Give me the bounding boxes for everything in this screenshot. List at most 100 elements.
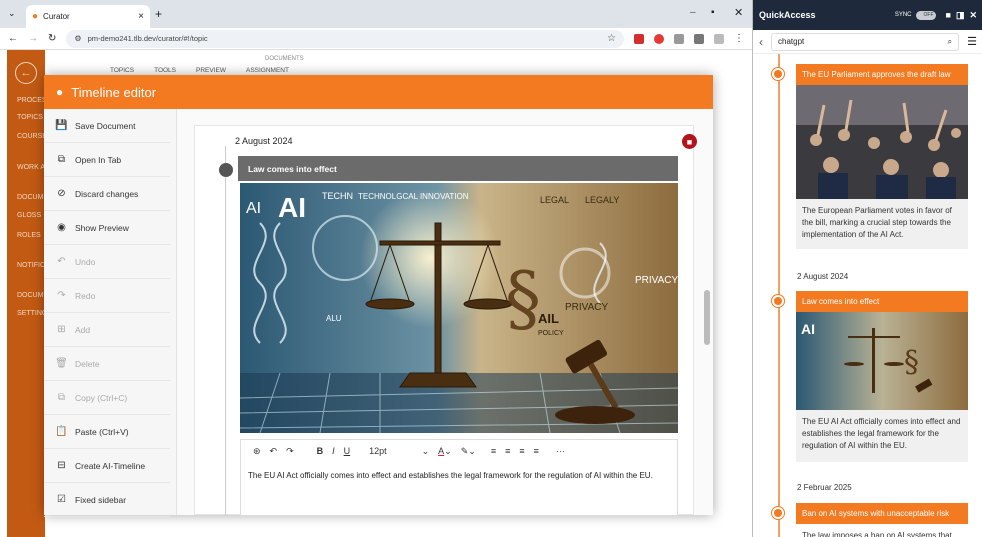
extensions-icon[interactable] [714,33,724,44]
align-justify-icon[interactable]: ≡ [534,446,539,456]
qa-timeline-dot[interactable] [772,68,784,80]
menu-item-undo[interactable]: ↶ Undo [44,245,170,279]
bg-tab-topics[interactable]: TOPICS [110,67,134,74]
new-tab-button[interactable]: + [155,7,162,21]
browser-tab[interactable]: ● Curator × [26,5,150,28]
nav-item-documents-2[interactable]: DOCUM [17,292,43,299]
menu-item-paste-ctrl-v[interactable]: 📋 Paste (Ctrl+V) [44,415,170,449]
nav-item-documents[interactable]: DOCUM [17,194,43,201]
quickaccess-search-row: ‹ chatgpt ⌕ ☰ [753,30,982,54]
close-panel-icon[interactable]: ✕ [969,10,977,21]
menu-item-add[interactable]: ⊞ Add [44,313,170,347]
redo-icon: ↷ [57,290,66,301]
align-right-icon[interactable]: ≡ [519,446,524,456]
pocket-icon[interactable] [654,33,664,44]
qa-search-input[interactable]: chatgpt ⌕ [771,32,960,51]
menu-item-create-ai-timeline[interactable]: ⊟ Create AI-Timeline [44,449,170,483]
sync-toggle[interactable]: OFF [915,10,936,20]
ai-assist-icon[interactable]: ⊛ [253,446,261,457]
nav-item-notifications[interactable]: NOTIFIC [17,262,45,269]
menu-item-fixed-sidebar[interactable]: ☑ Fixed sidebar [44,483,170,517]
menu-item-discard-changes[interactable]: ⊘ Discard changes [44,177,170,211]
timeline-dot[interactable] [219,163,233,177]
qa-timeline-dot[interactable] [772,295,784,307]
image-word-alu: ALU [326,314,342,323]
address-bar-row: ← → ↻ ⚙ pm-demo241.tlb.dev/curator/#!/to… [0,28,752,50]
align-center-icon[interactable]: ≡ [505,446,510,456]
checkbox-icon: ☑ [57,494,66,505]
panel-icon[interactable]: ◨ [956,10,965,21]
redo-icon[interactable]: ↷ [286,446,294,457]
qa-timeline-dot[interactable] [772,507,784,519]
menu-item-label: Fixed sidebar [75,494,127,505]
italic-button[interactable]: I [332,446,335,456]
qa-event-banner[interactable]: Ban on AI systems with unacceptable risk [796,503,968,524]
bg-tab-tools[interactable]: TOOLS [154,67,176,74]
underline-button[interactable]: U [344,446,351,456]
ai-law-thumbnail: AI § [796,312,968,410]
font-size-select[interactable]: 12pt ⌄ [369,446,429,457]
content-scrollbar[interactable] [704,290,710,345]
close-tab-icon[interactable]: × [138,11,144,22]
entry-title[interactable]: Law comes into effect [238,156,678,181]
extension-icon[interactable] [634,33,644,44]
menu-item-show-preview[interactable]: ◉ Show Preview [44,211,170,245]
minimize-icon[interactable]: – [690,7,696,18]
menu-item-copy-ctrl-c[interactable]: ⧉ Copy (Ctrl+C) [44,381,170,415]
site-info-icon[interactable]: ⚙ [74,34,81,43]
menu-item-label: Show Preview [75,222,129,233]
dialog-title: Timeline editor [71,84,157,100]
timeline-content: 2 August 2024 Law comes into effect ■ AI… [194,125,697,516]
url-field[interactable]: ⚙ pm-demo241.tlb.dev/curator/#!/topic ☆ [66,29,624,48]
bg-tab-preview[interactable]: PREVIEW [196,67,226,74]
qa-back-icon[interactable]: ‹ [759,35,763,49]
bg-tab-assignment[interactable]: ASSIGNMENT [246,67,289,74]
entry-image[interactable]: AI AI TECHN TECHNOLGCAL INNOVATION LEGAL… [240,183,678,433]
nav-item-glossary[interactable]: GLOSS [17,212,41,219]
qa-event-date: 2 August 2024 [797,272,849,281]
tab-list-icon[interactable]: ⌄ [8,8,16,19]
left-nav: ← PROCESS TOPICS COURSES WORK A DOCUM GL… [7,50,52,537]
more-options-icon[interactable]: ··· [556,446,565,456]
camera-icon[interactable] [674,33,684,44]
timeline-editor-dialog: ● Timeline editor 💾 Save Document ⧉ Open In… [44,75,713,517]
rich-text-editor[interactable]: ⊛ ↶ ↷ B I U 12pt ⌄ A⌄ ✎⌄ ≡ ≡ ≡ ≡ ··· The … [240,439,678,516]
restore-icon[interactable]: ▪ [711,7,715,18]
menu-item-redo[interactable]: ↷ Redo [44,279,170,313]
text-color-icon[interactable]: A⌄ [438,446,452,457]
qa-event-banner[interactable]: Law comes into effect [796,291,968,312]
image-word-ail: AIL [538,311,559,326]
align-left-icon[interactable]: ≡ [491,446,496,456]
svg-text:§: § [904,345,919,380]
nav-item-topics[interactable]: TOPICS [17,114,43,121]
quickaccess-header: QuickAccess SYNC OFF ■ ◨ ✕ [753,0,982,30]
menu-item-label: Undo [75,256,96,267]
menu-item-delete[interactable]: 🗑 Delete [44,347,170,381]
image-word-ai-2: AI [278,192,306,223]
reader-icon[interactable] [694,33,704,44]
hamburger-menu-icon[interactable]: ☰ [967,35,977,48]
bold-button[interactable]: B [317,446,324,456]
nav-item-roles[interactable]: ROLES [17,232,41,239]
close-window-icon[interactable]: ✕ [734,6,743,19]
back-icon[interactable]: ← [8,33,18,44]
search-icon[interactable]: ⌕ [948,37,952,47]
highlight-icon[interactable]: ✎⌄ [461,446,476,457]
menu-item-save-document[interactable]: 💾 Save Document [44,109,170,143]
reload-icon[interactable]: ↻ [48,33,56,44]
menu-item-open-in-tab[interactable]: ⧉ Open In Tab [44,143,170,177]
bookmark-star-icon[interactable]: ☆ [607,33,616,44]
editor-text[interactable]: The EU AI Act officially comes into effe… [248,471,653,480]
dock-icon[interactable]: ■ [946,10,951,20]
qa-event-image[interactable] [796,85,968,199]
menu-kebab-icon[interactable]: ⋮ [734,33,744,44]
delete-entry-button[interactable]: ■ [682,134,697,149]
open-in-tab-icon: ⧉ [57,154,66,165]
bg-documents-label: DOCUMENTS [265,56,304,62]
undo-icon[interactable]: ↶ [270,446,278,457]
nav-item-work[interactable]: WORK A [17,164,45,171]
nav-back-icon[interactable]: ← [15,62,37,84]
forward-icon[interactable]: → [28,33,38,44]
qa-event-image[interactable]: AI § [796,312,968,410]
qa-event-banner[interactable]: The EU Parliament approves the draft law [796,64,968,85]
